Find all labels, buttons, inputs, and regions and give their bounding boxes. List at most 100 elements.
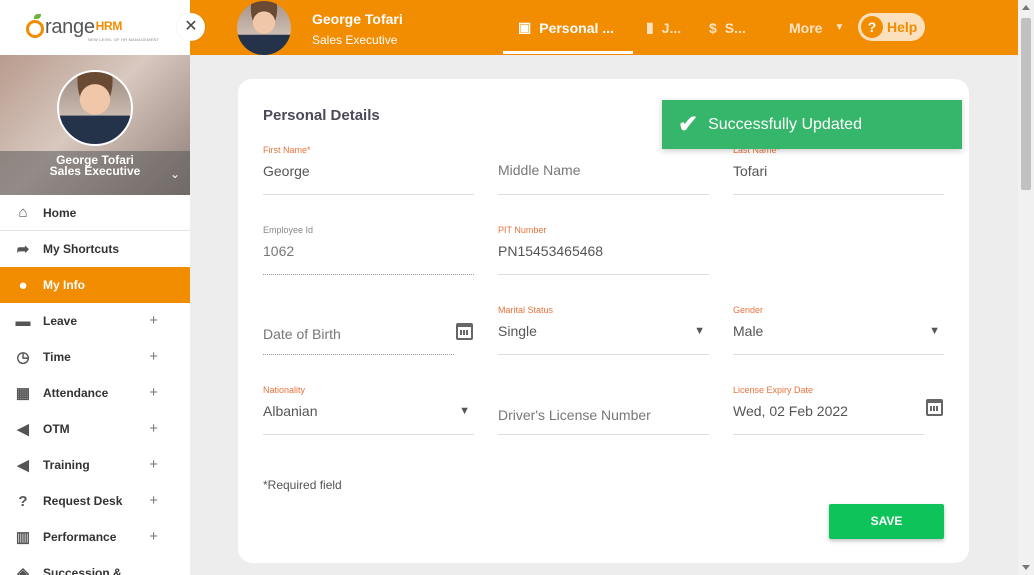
id-card-icon: ▣: [518, 19, 532, 35]
sidebar-item-label: Succession &: [43, 566, 122, 575]
topbar-user-title: Sales Executive: [312, 33, 398, 47]
tab-label: More: [789, 19, 823, 36]
briefcase-icon: ▬: [15, 312, 31, 330]
date-of-birth-field[interactable]: Date of Birth: [263, 305, 473, 355]
user-circle-icon: ●: [18, 276, 28, 294]
help-label: Help: [887, 19, 918, 35]
save-button[interactable]: SAVE: [829, 504, 944, 539]
tie-icon: ▮: [646, 19, 654, 35]
expand-plus-icon[interactable]: +: [149, 456, 158, 473]
expand-plus-icon[interactable]: +: [149, 312, 158, 329]
page-scrollbar[interactable]: [1018, 0, 1034, 575]
expand-plus-icon[interactable]: +: [149, 384, 158, 401]
chevron-down-icon[interactable]: ⌄: [170, 167, 180, 181]
employee-id-field: Employee Id 1062: [263, 225, 474, 275]
sidebar-item-training[interactable]: ◀ Training +: [0, 447, 190, 483]
expand-plus-icon[interactable]: +: [149, 420, 158, 437]
first-name-value: George: [263, 163, 310, 179]
marital-status-value: Single: [498, 323, 537, 339]
middle-name-placeholder: Middle Name: [498, 162, 581, 178]
tab-salary[interactable]: $ S...: [709, 0, 746, 55]
scroll-down-arrow-icon[interactable]: [1022, 565, 1030, 570]
expand-plus-icon[interactable]: +: [149, 348, 158, 365]
sidebar-item-request-desk[interactable]: ? Request Desk +: [0, 483, 190, 519]
employee-id-label: Employee Id: [263, 225, 314, 235]
home-icon: ⌂: [18, 204, 28, 221]
license-expiry-value: Wed, 02 Feb 2022: [733, 403, 848, 419]
sidebar-item-time[interactable]: ◷ Time +: [0, 339, 190, 375]
caret-down-icon: ▼: [834, 22, 845, 33]
gender-value: Male: [733, 323, 764, 339]
sidebar-item-leave[interactable]: ▬ Leave +: [0, 303, 190, 339]
sidebar-item-label: My Shortcuts: [43, 242, 120, 256]
orange-logo-icon: [26, 14, 44, 38]
tab-label: S...: [724, 19, 746, 36]
drivers-license-placeholder: Driver's License Number: [498, 407, 651, 423]
dropdown-arrow-icon: ▼: [694, 325, 705, 337]
drivers-license-field[interactable]: Driver's License Number: [498, 385, 709, 435]
sidebar-item-label: Training: [43, 458, 90, 472]
nationality-select[interactable]: Nationality Albanian ▼: [263, 385, 474, 435]
sidebar-item-performance[interactable]: ▥ Performance +: [0, 519, 190, 555]
date-of-birth-placeholder: Date of Birth: [263, 326, 341, 342]
expand-plus-icon[interactable]: +: [149, 492, 158, 509]
top-bar: George Tofari Sales Executive ▣ Personal…: [190, 0, 1018, 55]
pit-number-field[interactable]: PIT Number PN15453465468: [498, 225, 709, 275]
sidebar-item-label: Time: [43, 350, 71, 364]
tab-label: J...: [661, 19, 682, 36]
required-field-note: *Required field: [263, 478, 342, 492]
sidebar-item-label: Leave: [43, 314, 78, 328]
expand-plus-icon[interactable]: +: [149, 528, 158, 545]
help-question-icon: ?: [861, 16, 883, 38]
toast-message: Successfully Updated: [708, 115, 862, 133]
logo-area: range HRM NEW LEVEL OF HR MANAGEMENT: [0, 0, 190, 55]
sidebar-item-succession[interactable]: ◈ Succession &: [0, 555, 190, 575]
help-button[interactable]: ? Help: [858, 13, 925, 41]
tab-more[interactable]: More ▼: [789, 0, 844, 55]
sidebar-item-label: Performance: [43, 530, 117, 544]
sidebar-item-my-shortcuts[interactable]: ➦ My Shortcuts: [0, 231, 190, 267]
sidebar-profile-card[interactable]: George Tofari Sales Executive ⌄: [0, 55, 190, 195]
calendar-icon[interactable]: [456, 323, 473, 340]
tab-job[interactable]: ▮ J...: [646, 0, 681, 55]
sidebar-item-label: Attendance: [43, 386, 109, 400]
nationality-label: Nationality: [263, 385, 306, 395]
gender-select[interactable]: Gender Male ▼: [733, 305, 944, 355]
first-name-label: First Name*: [263, 145, 311, 155]
calendar-check-icon: ▦: [15, 385, 31, 402]
dollar-icon: $: [709, 19, 717, 36]
sidebar-item-label: Request Desk: [43, 494, 123, 508]
sidebar-item-label: My Info: [43, 278, 85, 292]
sidebar-menu: ⌂ Home ➦ My Shortcuts ● My Info ▬ Leave …: [0, 195, 190, 575]
avatar[interactable]: [237, 1, 291, 55]
last-name-value: Tofari: [733, 163, 768, 179]
scroll-up-arrow-icon[interactable]: [1022, 5, 1030, 10]
first-name-field[interactable]: First Name* George: [263, 145, 474, 195]
orangehrm-logo[interactable]: range HRM NEW LEVEL OF HR MANAGEMENT: [26, 14, 159, 42]
marital-status-select[interactable]: Marital Status Single ▼: [498, 305, 709, 355]
sidebar-item-my-info[interactable]: ● My Info: [0, 267, 190, 303]
last-name-field[interactable]: Last Name* Tofari: [733, 145, 944, 195]
close-sidebar-button[interactable]: ✕: [177, 13, 205, 41]
sidebar: range HRM NEW LEVEL OF HR MANAGEMENT Geo…: [0, 0, 190, 575]
sidebar-item-home[interactable]: ⌂ Home: [0, 195, 190, 231]
sidebar-item-label: Home: [43, 205, 77, 220]
personal-details-card: Personal Details First Name* George Midd…: [238, 79, 969, 563]
topbar-user-name: George Tofari: [312, 11, 403, 27]
logo-tagline: NEW LEVEL OF HR MANAGEMENT: [88, 37, 160, 42]
dropdown-arrow-icon: ▼: [459, 405, 470, 417]
megaphone-icon: ◀: [17, 457, 29, 474]
tab-personal-details[interactable]: ▣ Personal ...: [503, 0, 633, 55]
license-expiry-field[interactable]: License Expiry Date Wed, 02 Feb 2022: [733, 385, 943, 435]
marital-status-label: Marital Status: [498, 305, 554, 315]
employee-id-value: 1062: [263, 243, 295, 259]
share-arrow-icon: ➦: [16, 241, 30, 258]
middle-name-field[interactable]: Middle Name: [498, 145, 709, 195]
calendar-icon[interactable]: [926, 399, 943, 416]
scrollbar-thumb[interactable]: [1021, 18, 1031, 190]
logo-text: range: [45, 16, 95, 38]
sidebar-item-attendance[interactable]: ▦ Attendance +: [0, 375, 190, 411]
success-toast[interactable]: ✔ Successfully Updated: [662, 100, 962, 149]
sidebar-item-otm[interactable]: ◀ OTM +: [0, 411, 190, 447]
tab-label: Personal ...: [539, 19, 614, 36]
